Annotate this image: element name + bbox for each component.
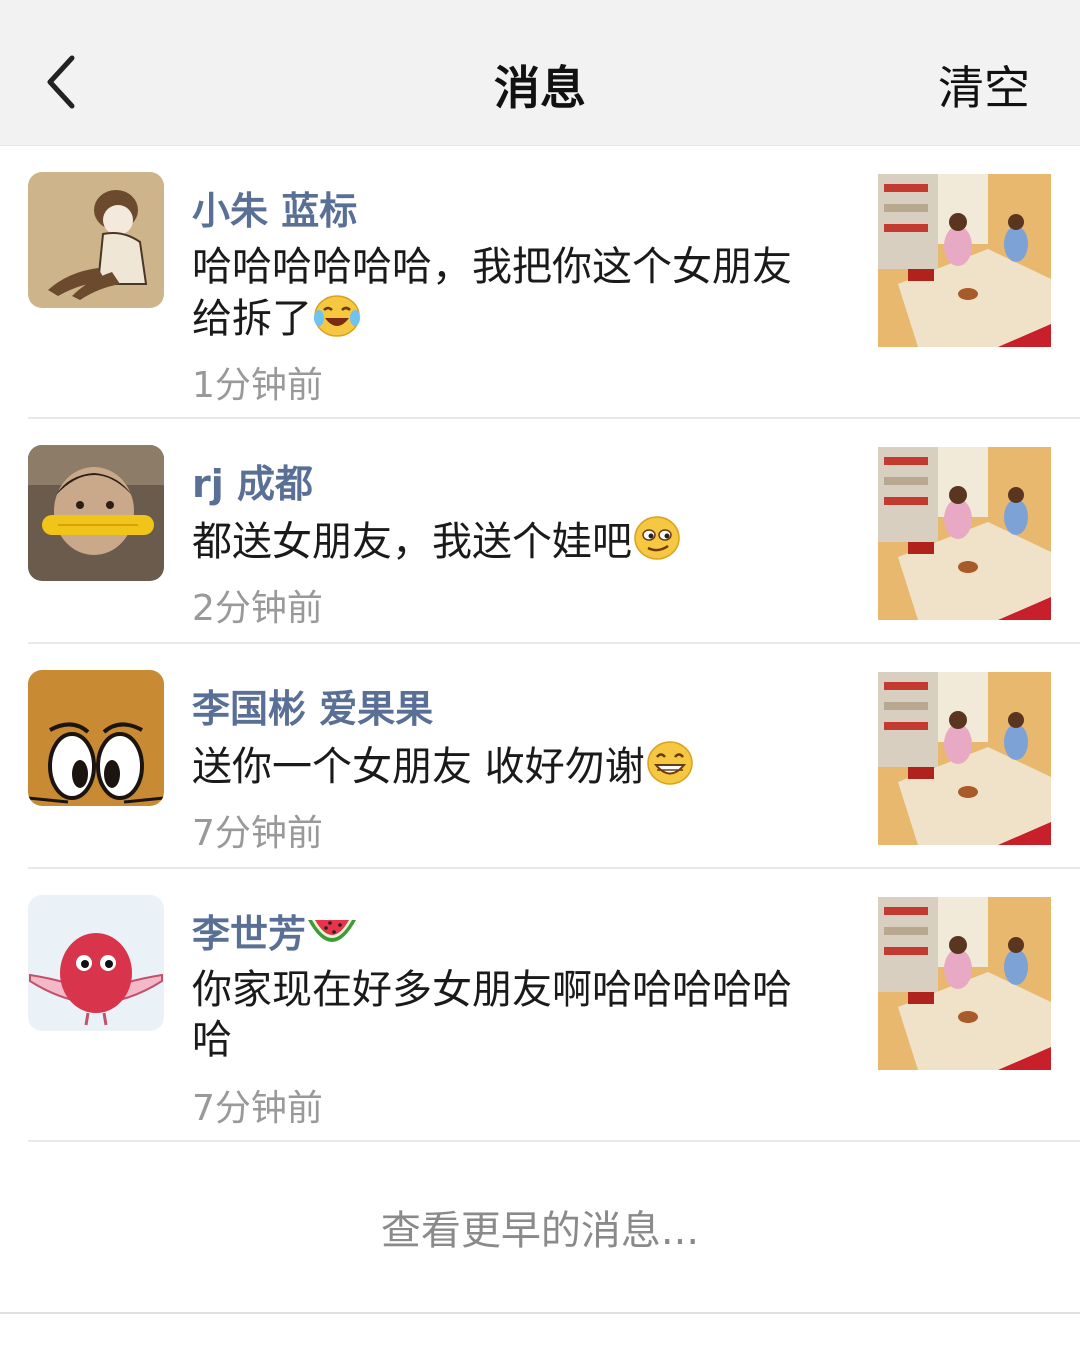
- timestamp: 2分钟前: [192, 588, 323, 629]
- sender-name[interactable]: rj 成都: [192, 453, 313, 508]
- message-text-line: 给拆了: [192, 296, 312, 342]
- list-item[interactable]: 李国彬 爱果果 送你一个女朋友 收好勿谢 7分钟前: [0, 644, 1080, 869]
- sender-name[interactable]: 李世芳: [192, 903, 358, 961]
- post-thumbnail[interactable]: [878, 174, 1051, 347]
- message-text: 你家现在好多女朋友啊哈哈哈哈哈 哈: [192, 965, 832, 1065]
- timestamp: 1分钟前: [192, 365, 323, 406]
- avatar[interactable]: [28, 895, 164, 1031]
- sender-name[interactable]: 小朱 蓝标: [192, 180, 357, 235]
- laughing-tears-emoji: [312, 292, 362, 350]
- smirk-emoji: [632, 515, 682, 573]
- sender-name-text: 李世芳: [192, 912, 307, 956]
- chevron-left-icon: [47, 55, 75, 109]
- message-text-line: 哈哈哈哈哈哈，我把你这个女朋友: [192, 244, 792, 290]
- avatar[interactable]: [28, 172, 164, 308]
- post-thumbnail[interactable]: [878, 447, 1051, 620]
- message-list: 小朱 蓝标 哈哈哈哈哈哈，我把你这个女朋友 给拆了 1分钟前 rj 成都 都送女…: [0, 146, 1080, 1142]
- page-title: 消息: [494, 61, 586, 115]
- message-text-line: 送你一个女朋友 收好勿谢: [192, 744, 645, 790]
- load-more-button[interactable]: 查看更早的消息...: [0, 1198, 1080, 1256]
- post-thumbnail[interactable]: [878, 897, 1051, 1070]
- timestamp: 7分钟前: [192, 1088, 323, 1129]
- nav-bar: 消息 清空: [0, 0, 1080, 146]
- timestamp: 7分钟前: [192, 813, 323, 854]
- avatar[interactable]: [28, 670, 164, 806]
- message-text: 都送女朋友，我送个娃吧: [192, 515, 832, 573]
- post-thumbnail[interactable]: [878, 672, 1051, 845]
- load-more[interactable]: 查看更早的消息...: [0, 1142, 1080, 1314]
- back-button[interactable]: [40, 52, 90, 112]
- list-item[interactable]: 李世芳 你家现在好多女朋友啊哈哈哈哈哈 哈 7分钟前: [0, 869, 1080, 1142]
- message-text: 送你一个女朋友 收好勿谢: [192, 740, 832, 798]
- message-text-line: 你家现在好多女朋友啊哈哈哈哈哈: [192, 967, 792, 1013]
- list-item[interactable]: rj 成都 都送女朋友，我送个娃吧 2分钟前: [0, 419, 1080, 644]
- watermelon-emoji: [306, 912, 358, 961]
- message-text: 哈哈哈哈哈哈，我把你这个女朋友 给拆了: [192, 242, 832, 350]
- sender-name[interactable]: 李国彬 爱果果: [192, 678, 433, 733]
- divider: [0, 1312, 1080, 1314]
- clear-button[interactable]: 清空: [938, 52, 1030, 118]
- message-text-line: 哈: [192, 1017, 232, 1063]
- grin-emoji: [645, 740, 695, 798]
- avatar[interactable]: [28, 445, 164, 581]
- list-item[interactable]: 小朱 蓝标 哈哈哈哈哈哈，我把你这个女朋友 给拆了 1分钟前: [0, 146, 1080, 419]
- message-text-line: 都送女朋友，我送个娃吧: [192, 519, 632, 565]
